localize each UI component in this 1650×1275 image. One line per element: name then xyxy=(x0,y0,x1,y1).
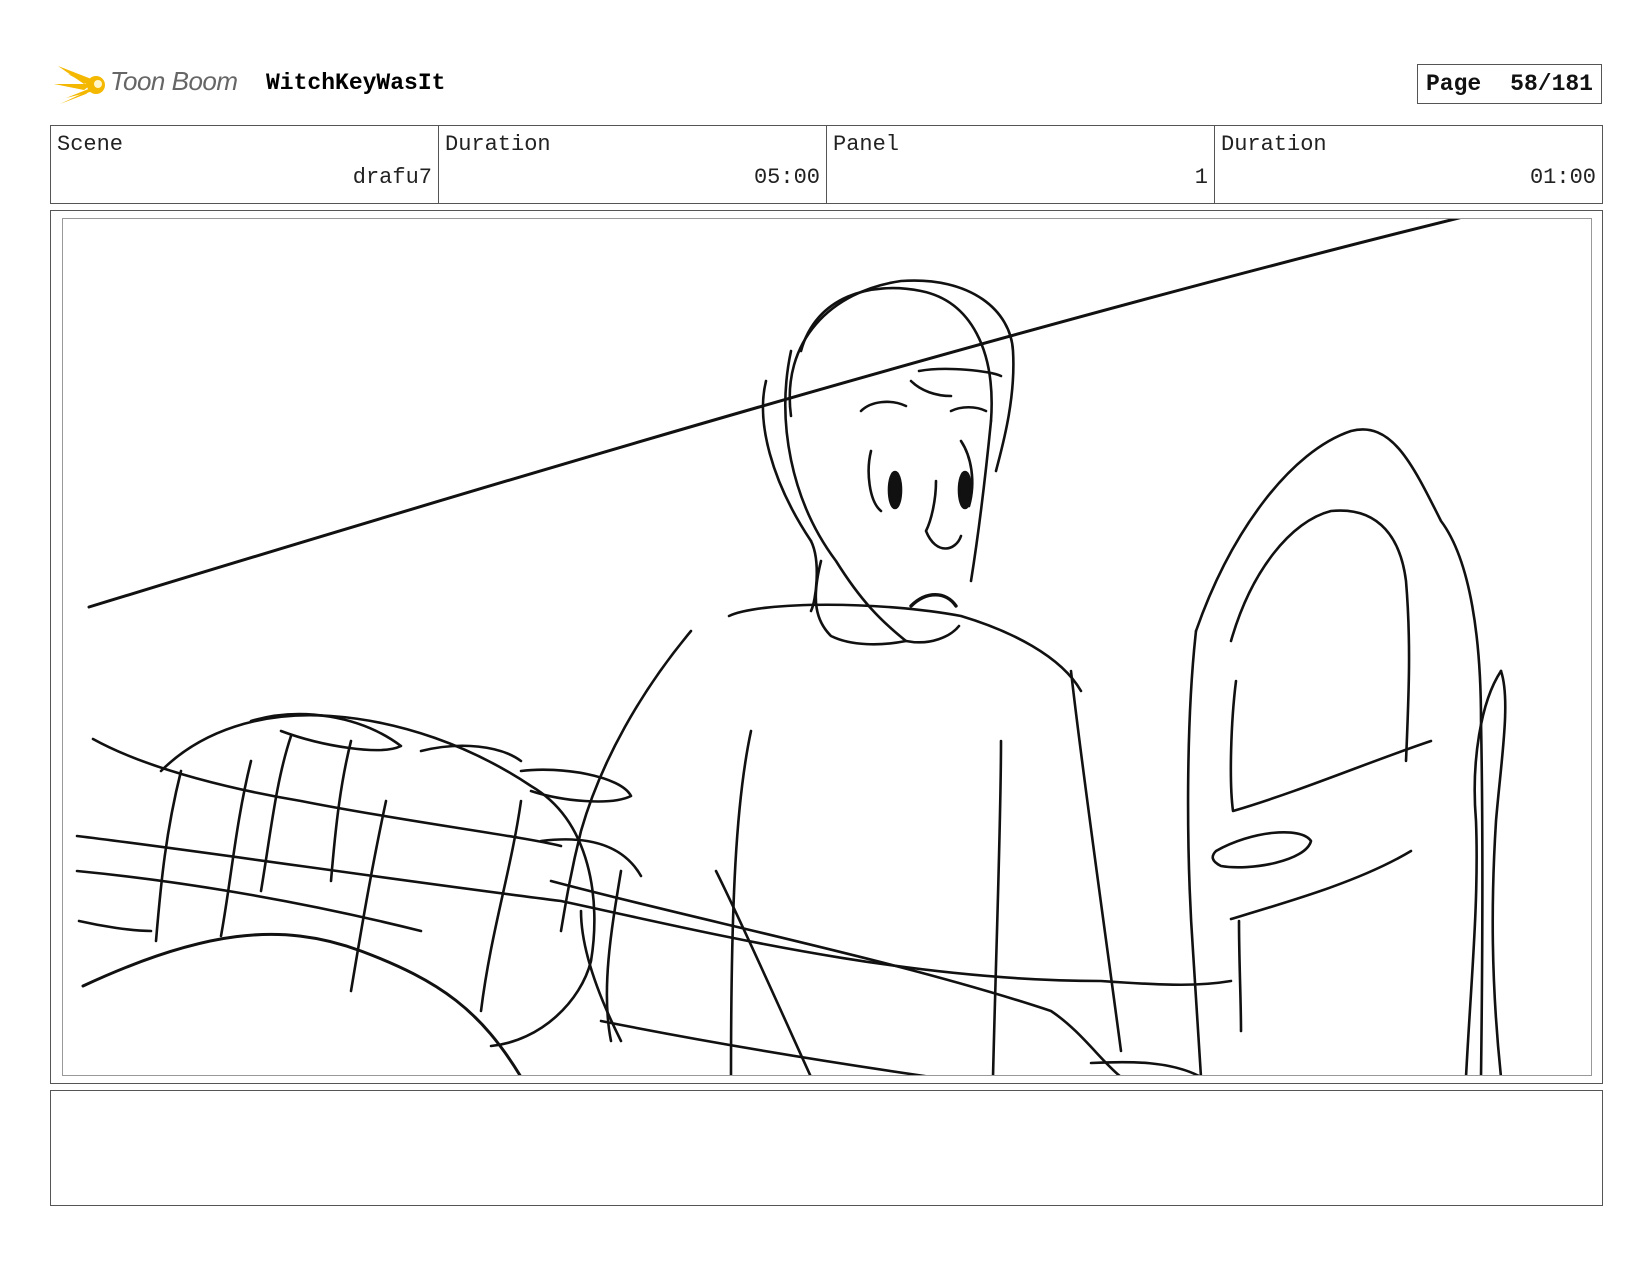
scene-duration-label: Duration xyxy=(445,132,551,157)
panel-duration-cell: Duration 01:00 xyxy=(1215,126,1602,203)
doorway-sketch xyxy=(1186,428,1507,1075)
panel-label: Panel xyxy=(833,132,900,157)
scene-cell: Scene drafu7 xyxy=(51,126,439,203)
ceiling-line xyxy=(87,219,1462,609)
panel-cell: Panel 1 xyxy=(827,126,1215,203)
scene-value: drafu7 xyxy=(352,165,432,190)
panel-duration-label: Duration xyxy=(1221,132,1327,157)
caption-box xyxy=(50,1090,1603,1206)
panel-duration-value: 01:00 xyxy=(1529,165,1596,190)
panel-value: 1 xyxy=(1194,165,1208,190)
scene-info-table: Scene drafu7 Duration 05:00 Panel 1 Dura… xyxy=(50,125,1603,204)
scene-label: Scene xyxy=(57,132,124,157)
logo-wordmark: Toon Boom xyxy=(110,66,238,96)
page-number: 58/181 xyxy=(1510,71,1593,97)
project-title: WitchKeyWasIt xyxy=(266,70,446,96)
foreground-hand xyxy=(75,712,1233,1075)
scene-duration-cell: Duration 05:00 xyxy=(439,126,827,203)
storyboard-panel xyxy=(62,218,1592,1076)
storyboard-sketch xyxy=(75,219,1507,1075)
page-counter: Page 58/181 xyxy=(1417,64,1602,104)
page-label: Page xyxy=(1426,71,1482,97)
character-head xyxy=(761,279,1015,646)
scene-duration-value: 05:00 xyxy=(753,165,820,190)
